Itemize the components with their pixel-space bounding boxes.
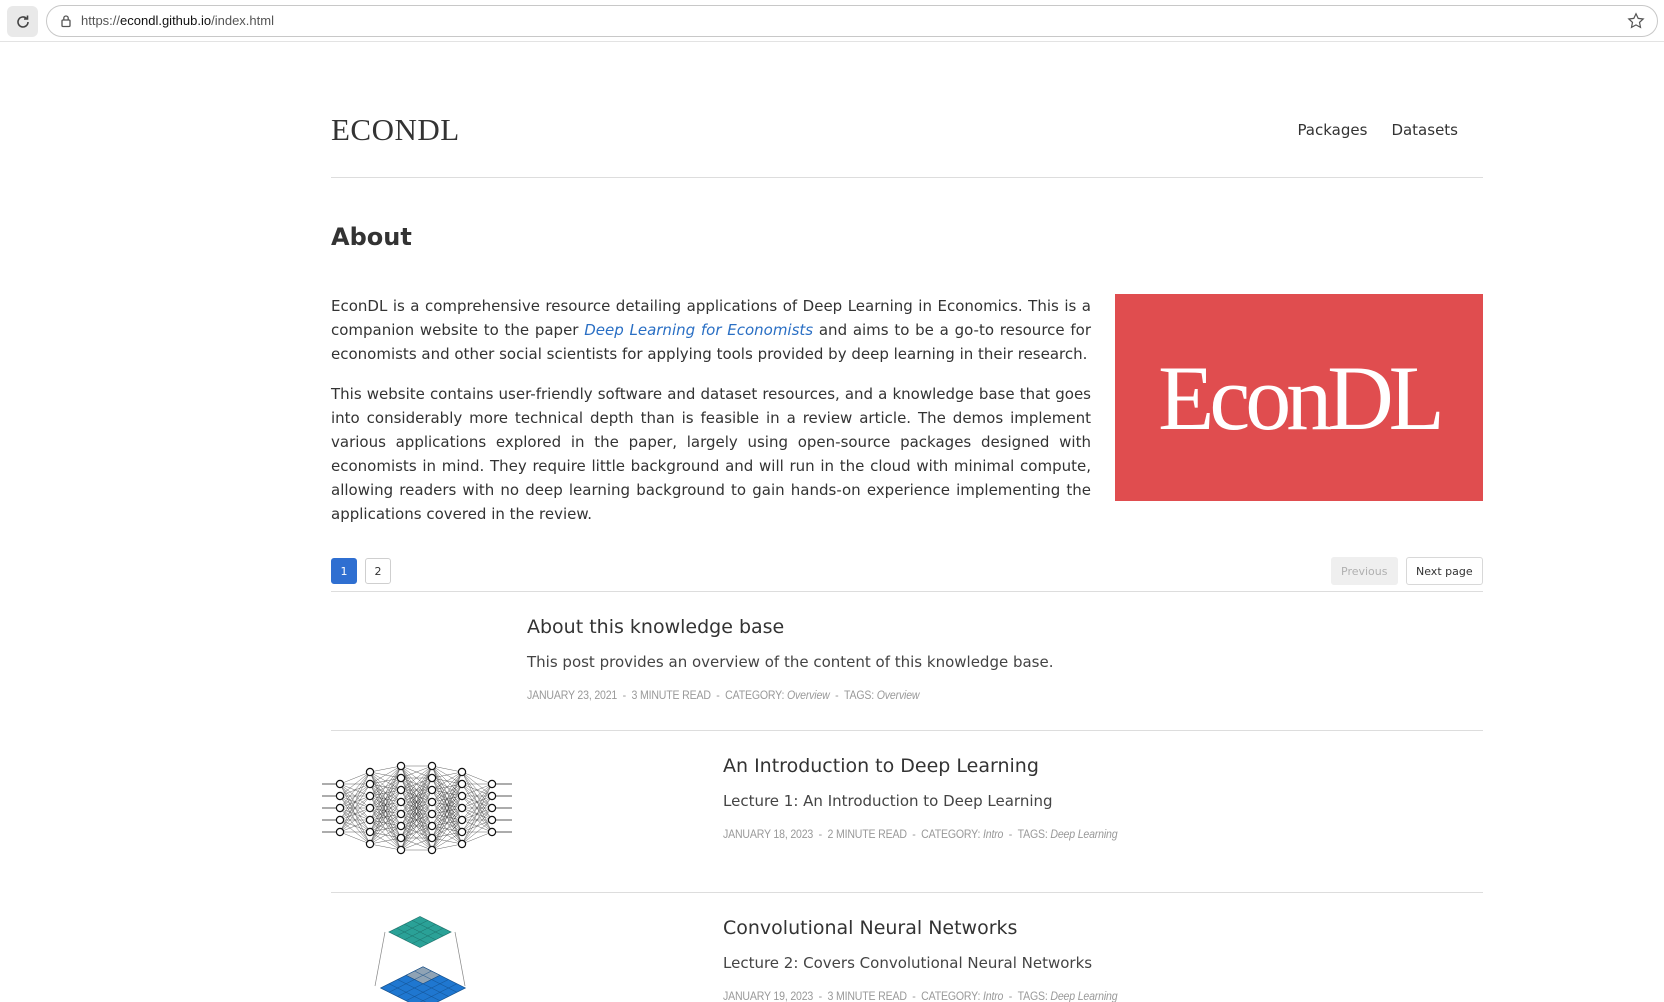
neuron-node (335, 779, 345, 789)
neuron-node (457, 803, 467, 813)
neuron-node (396, 785, 406, 795)
paper-link[interactable]: Deep Learning for Economists (584, 321, 813, 339)
tags-label: Tags: (843, 688, 875, 702)
post-excerpt: Lecture 1: An Introduction to Deep Learn… (723, 792, 1053, 810)
neuron-node (396, 833, 406, 843)
browser-toolbar: https://econdl.github.io/index.html (0, 0, 1664, 42)
neuron-node (335, 791, 345, 801)
neuron-node (427, 845, 437, 855)
nav-datasets[interactable]: Datasets (1391, 121, 1458, 139)
neuron-node (396, 821, 406, 831)
neuron-node (335, 827, 345, 837)
econdl-logo: EconDL (1115, 294, 1483, 501)
post-meta: January 19, 2023 - 3 minute read - Categ… (723, 989, 1118, 1002)
logo-text: EconDL (1158, 346, 1445, 449)
page-title: About (331, 223, 412, 251)
neuron-node (365, 803, 375, 813)
post-category[interactable]: Intro (983, 827, 1003, 841)
post-title[interactable]: An Introduction to Deep Learning (723, 755, 1039, 777)
post-read-time: 3 minute read (827, 989, 907, 1002)
post-tags[interactable]: Overview (877, 688, 920, 702)
neuron-node (365, 779, 375, 789)
main-nav: Packages Datasets (1297, 121, 1458, 139)
neuron-node (396, 797, 406, 807)
post-meta: January 18, 2023 - 2 minute read - Categ… (723, 827, 1118, 841)
about-paragraph-2: This website contains user-friendly soft… (331, 385, 1091, 523)
category-label: Category: (921, 827, 981, 841)
post-date: January 23, 2021 (527, 688, 618, 702)
reload-button[interactable] (7, 6, 38, 37)
neuron-node (457, 767, 467, 777)
post-tags[interactable]: Deep Learning (1050, 989, 1117, 1002)
tags-label: Tags: (1017, 827, 1048, 841)
neuron-node (457, 815, 467, 825)
url-prefix: https:// (81, 13, 121, 28)
neuron-node (487, 815, 497, 825)
neuron-node (365, 815, 375, 825)
about-paragraph-1: EconDL is a comprehensive resource detai… (331, 294, 1091, 366)
next-page-button[interactable]: Next page (1406, 557, 1483, 585)
bookmark-star-icon[interactable] (1627, 12, 1645, 30)
post-title[interactable]: Convolutional Neural Networks (723, 917, 1017, 939)
neuron-node (365, 839, 375, 849)
post-excerpt: Lecture 2: Covers Convolutional Neural N… (723, 954, 1093, 972)
neural-network-icon (322, 761, 512, 855)
neuron-node (396, 773, 406, 783)
post-category[interactable]: Overview (787, 688, 830, 702)
post-date: January 19, 2023 (723, 989, 814, 1002)
neuron-node (396, 845, 406, 855)
neuron-node (396, 809, 406, 819)
nav-packages[interactable]: Packages (1297, 121, 1367, 139)
post-divider (331, 892, 1483, 893)
post-meta: January 23, 2021 - 3 minute read - Categ… (527, 688, 920, 702)
neuron-node (396, 761, 406, 771)
post-date: January 18, 2023 (723, 827, 814, 841)
neuron-node (457, 839, 467, 849)
post-read-time: 3 minute read (631, 688, 711, 702)
url-text: https://econdl.github.io/index.html (81, 13, 274, 28)
neuron-node (487, 779, 497, 789)
neuron-node (335, 803, 345, 813)
category-label: Category: (725, 688, 785, 702)
about-text: EconDL is a comprehensive resource detai… (331, 294, 1091, 542)
post-title[interactable]: About this knowledge base (527, 616, 784, 638)
neuron-node (427, 785, 437, 795)
neuron-node (427, 773, 437, 783)
neuron-node (427, 833, 437, 843)
neuron-node (365, 791, 375, 801)
post-divider (331, 730, 1483, 731)
url-path: /index.html (211, 13, 274, 28)
neuron-node (457, 791, 467, 801)
category-label: Category: (921, 989, 981, 1002)
post-excerpt: This post provides an overview of the co… (527, 653, 1054, 671)
neuron-node (457, 779, 467, 789)
neuron-node (427, 809, 437, 819)
post-read-time: 2 minute read (827, 827, 907, 841)
neuron-node (427, 821, 437, 831)
pagination-divider (331, 591, 1483, 592)
site-title[interactable]: ECONDL (331, 112, 460, 148)
tags-label: Tags: (1017, 989, 1048, 1002)
post-tags[interactable]: Deep Learning (1050, 827, 1117, 841)
page-2-button[interactable]: 2 (365, 558, 391, 584)
neuron-node (427, 797, 437, 807)
neuron-node (487, 827, 497, 837)
previous-button[interactable]: Previous (1331, 557, 1398, 585)
address-bar[interactable]: https://econdl.github.io/index.html (46, 5, 1658, 37)
header-divider (331, 177, 1483, 178)
site-info-icon[interactable] (59, 14, 73, 28)
neuron-node (335, 815, 345, 825)
neuron-node (487, 791, 497, 801)
neuron-node (365, 767, 375, 777)
neuron-node (365, 827, 375, 837)
neuron-node (487, 803, 497, 813)
post-category[interactable]: Intro (983, 989, 1003, 1002)
page-1-button[interactable]: 1 (331, 558, 357, 584)
convolution-icon (374, 916, 467, 1002)
neuron-node (457, 827, 467, 837)
reload-icon (16, 15, 29, 28)
url-host: econdl.github.io (120, 13, 212, 28)
neuron-node (427, 761, 437, 771)
